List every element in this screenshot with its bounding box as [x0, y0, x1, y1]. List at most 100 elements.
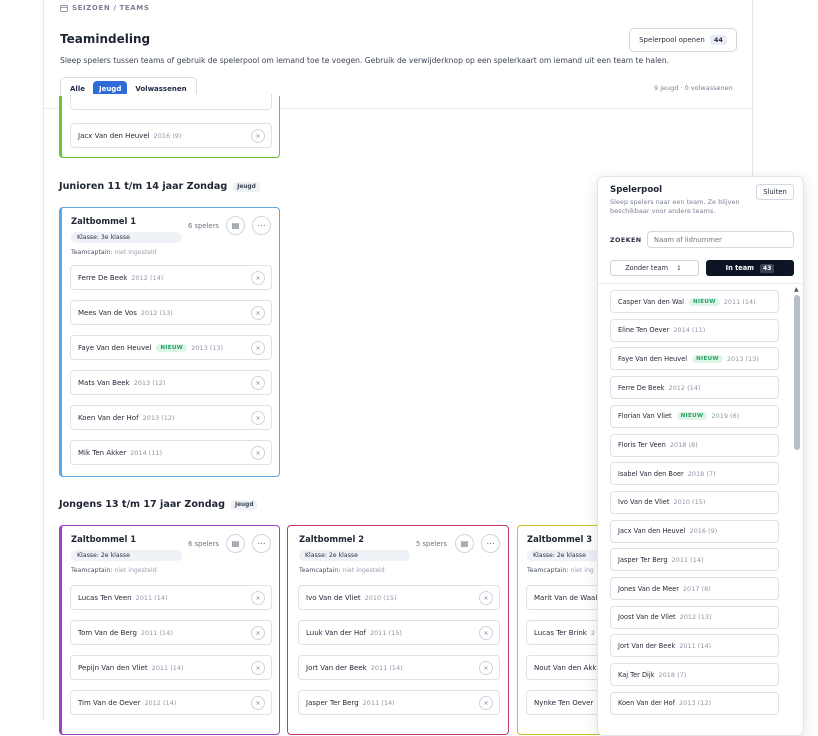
clipboard-icon[interactable]: ▤	[455, 534, 474, 553]
remove-icon[interactable]: ×	[251, 661, 265, 675]
player-pool-panel: Spelerpool Sleep spelers naar een team. …	[597, 176, 804, 736]
pool-player-card[interactable]: Joost Van de Vliet 2012 (13)	[610, 605, 779, 629]
player-year: 2014 (11)	[130, 448, 163, 457]
more-icon[interactable]: ⋯	[252, 216, 271, 235]
player-card[interactable]: Faye Van den Heuvel NIEUW 2013 (13) ×	[70, 335, 272, 360]
player-card[interactable]: Ivo Van de Vliet 2010 (15) ×	[298, 585, 500, 610]
pool-player-card[interactable]: Jones Van de Meer 2017 (8)	[610, 577, 779, 600]
player-card[interactable]: Luuk Van der Hof 2011 (15) ×	[298, 620, 500, 645]
player-year: 2011 (15)	[370, 628, 402, 637]
player-card[interactable]: Lucas Ten Veen 2011 (14) ×	[70, 585, 272, 610]
calendar-icon	[60, 5, 68, 12]
player-name: Jacx Van den Heuvel	[618, 527, 686, 536]
player-name: Joost Van de Vliet	[618, 613, 676, 622]
divider	[598, 283, 803, 284]
remove-icon[interactable]: ×	[251, 696, 265, 710]
new-badge: NIEUW	[688, 297, 720, 306]
player-name: Jort Van der Beek	[306, 663, 367, 672]
captain-label: Teamcaptain:	[71, 249, 113, 256]
breadcrumb: SEIZOEN / TEAMS	[60, 4, 150, 12]
player-card[interactable]	[70, 94, 272, 110]
player-name: Mik Ten Akker	[78, 448, 127, 457]
search-input[interactable]	[647, 231, 794, 248]
clipboard-icon[interactable]: ▤	[226, 534, 245, 553]
pool-player-card[interactable]: Kaj Ter Dijk 2018 (7)	[610, 663, 779, 687]
remove-icon[interactable]: ×	[251, 129, 265, 143]
group-tag: Jeugd	[230, 499, 258, 510]
remove-icon[interactable]: ×	[251, 626, 265, 640]
breadcrumb-text: SEIZOEN / TEAMS	[72, 4, 150, 12]
player-name: Ferre De Beek	[78, 273, 128, 282]
pool-title: Spelerpool	[610, 185, 663, 195]
team-card-junioren-zaltbommel-1: Zaltbommel 1 6 spelers ▤ ⋯ Klasse: 3e kl…	[59, 207, 280, 477]
player-year: 2012 (14)	[131, 273, 164, 282]
tab-zonder-team[interactable]: Zonder team 1	[610, 260, 699, 276]
remove-icon[interactable]: ×	[479, 661, 493, 675]
pool-player-card[interactable]: Jacx Van den Heuvel 2016 (9)	[610, 519, 779, 543]
player-card[interactable]: Jasper Ter Berg 2011 (14) ×	[298, 690, 500, 715]
remove-icon[interactable]: ×	[251, 341, 265, 355]
more-icon[interactable]: ⋯	[252, 534, 271, 553]
remove-icon[interactable]: ×	[479, 591, 493, 605]
player-name: Nynke Ten Oever	[534, 698, 594, 707]
clipboard-icon[interactable]: ▤	[226, 216, 245, 235]
player-name: Jacx Van den Heuvel	[78, 131, 150, 140]
player-year: 2011 (14)	[151, 663, 184, 672]
pool-player-card[interactable]: Florian Van Vliet NIEUW 2019 (6)	[610, 404, 779, 428]
remove-icon[interactable]: ×	[251, 446, 265, 460]
pool-player-card[interactable]: Jasper Ter Berg 2011 (14)	[610, 548, 779, 572]
player-year: 2013 (12)	[133, 378, 166, 387]
player-year: 2	[590, 628, 595, 637]
player-card[interactable]: Tom Van de Berg 2011 (14) ×	[70, 620, 272, 645]
pool-player-card[interactable]: Jort Van der Beek 2011 (14)	[610, 634, 779, 658]
player-card[interactable]: Ferre De Beek 2012 (14) ×	[70, 265, 272, 290]
player-card[interactable]: Mees Van de Vos 2012 (13) ×	[70, 300, 272, 325]
player-name: Mats Van Beek	[78, 378, 130, 387]
pool-player-card[interactable]: Eline Ten Oever 2014 (11)	[610, 318, 779, 342]
pool-player-card[interactable]: Isabel Van den Boer 2018 (7)	[610, 462, 779, 486]
remove-icon[interactable]: ×	[251, 591, 265, 605]
player-year: 2010 (15)	[364, 593, 397, 602]
tab-label: Zonder team	[625, 264, 669, 272]
group-title: Jongens 13 t/m 17 jaar Zondag Jeugd	[59, 499, 258, 510]
open-pool-button[interactable]: Spelerpool openen 44	[629, 28, 737, 52]
player-year: 2016 (9)	[689, 527, 718, 536]
pool-player-card[interactable]: Ivo Van de Vliet 2010 (15)	[610, 490, 779, 514]
team-klasse: Klasse: 3e klasse	[71, 232, 182, 243]
player-year: 2017 (8)	[682, 584, 711, 593]
tab-in-team[interactable]: In team 43	[706, 260, 794, 276]
pool-player-card[interactable]: Ferre De Beek 2012 (14)	[610, 376, 779, 400]
remove-icon[interactable]: ×	[251, 271, 265, 285]
player-card[interactable]: Tim Van de Oever 2012 (14) ×	[70, 690, 272, 715]
player-name: Faye Van den Heuvel	[78, 343, 152, 352]
scrollbar[interactable]	[794, 295, 800, 450]
player-year: 2011 (14)	[723, 297, 756, 306]
scroll-up-icon[interactable]: ▲	[794, 286, 799, 293]
close-pool-button[interactable]: Sluiten	[756, 184, 794, 200]
pool-player-card[interactable]: Floris Ter Veen 2018 (8)	[610, 433, 779, 457]
team-captain: Teamcaptain: niet ingesteld	[71, 249, 157, 256]
team-player-count: 5 spelers	[416, 540, 447, 548]
player-name: Mees Van de Vos	[78, 308, 137, 317]
pool-player-card[interactable]: Faye Van den Heuvel NIEUW 2013 (13)	[610, 347, 779, 371]
remove-icon[interactable]: ×	[251, 411, 265, 425]
player-name: Marit Van de Waal	[534, 593, 598, 602]
player-card[interactable]: Mats Van Beek 2013 (12) ×	[70, 370, 272, 395]
pool-player-card[interactable]: Koen Van der Hof 2013 (12)	[610, 691, 779, 715]
player-name: Lucas Ter Brink	[534, 628, 587, 637]
group-tag: Jeugd	[233, 181, 260, 192]
player-card[interactable]: Jacx Van den Heuvel 2016 (9) ×	[70, 123, 272, 148]
player-card[interactable]: Pepijn Van den Vliet 2011 (14) ×	[70, 655, 272, 680]
remove-icon[interactable]: ×	[251, 306, 265, 320]
team-card-jongens-zaltbommel-1: Zaltbommel 1 6 spelers ▤ ⋯ Klasse: 2e kl…	[59, 525, 280, 735]
player-card[interactable]: Koen Van der Hof 2013 (12) ×	[70, 405, 272, 430]
more-icon[interactable]: ⋯	[481, 534, 500, 553]
remove-icon[interactable]: ×	[479, 696, 493, 710]
remove-icon[interactable]: ×	[479, 626, 493, 640]
captain-label: Teamcaptain:	[527, 567, 569, 574]
player-year: 2012 (13)	[140, 308, 173, 317]
pool-player-card[interactable]: Casper Van den Wal NIEUW 2011 (14)	[610, 290, 779, 313]
player-card[interactable]: Mik Ten Akker 2014 (11) ×	[70, 440, 272, 465]
remove-icon[interactable]: ×	[251, 376, 265, 390]
player-card[interactable]: Jort Van der Beek 2011 (14) ×	[298, 655, 500, 680]
